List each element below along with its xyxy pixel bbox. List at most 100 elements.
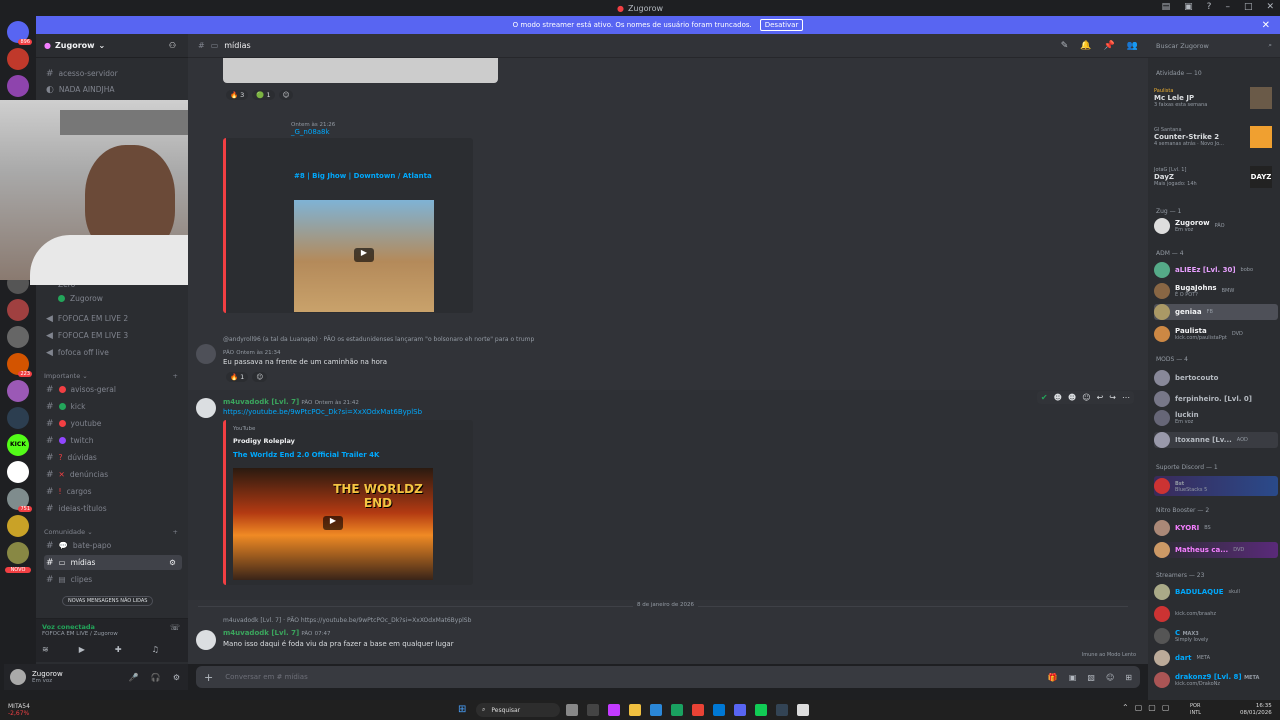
add-member-icon[interactable]: ⚇ (169, 41, 176, 50)
channel-item[interactable]: ◐ NADA AINDJHA (44, 82, 182, 97)
author-name[interactable]: m4uvadodk [Lvl. 7] (223, 629, 299, 637)
folder-icon[interactable] (629, 704, 641, 716)
channel-item[interactable]: # youtube (44, 416, 182, 431)
embed-title[interactable]: The Worldz End 2.0 Official Trailer 4K (233, 451, 379, 459)
member-item[interactable]: Zugorow Em voz PÃO (1154, 218, 1278, 234)
discord-icon[interactable] (734, 704, 746, 716)
channel-item-active[interactable]: # ▭ mídias ⚙ (44, 555, 182, 570)
add-channel-icon[interactable]: + (173, 528, 178, 536)
server-icon[interactable] (7, 326, 29, 348)
check-icon[interactable]: ✔ (1041, 393, 1048, 402)
member-item[interactable]: Matheus ca... DVD (1154, 542, 1278, 558)
soundboard-icon[interactable]: ♫ (152, 645, 159, 654)
member-item[interactable]: luckin Em voz (1154, 410, 1278, 426)
chrome-icon[interactable] (692, 704, 704, 716)
app-icon[interactable] (755, 704, 767, 716)
stock-widget[interactable]: MITA54 -2,67% (8, 703, 30, 717)
server-icon[interactable] (7, 542, 29, 564)
minimize-button[interactable]: – (1225, 2, 1230, 12)
monitor-icon[interactable]: ▣ (1184, 2, 1193, 12)
voice-channel[interactable]: ◀ fofoca off live (44, 345, 182, 360)
member-item[interactable]: ferpinheiro. [Lvl. 0] (1154, 391, 1278, 407)
member-item[interactable]: KYORI BS (1154, 520, 1278, 536)
channel-item[interactable]: # acesso-servidor (44, 66, 182, 81)
member-item[interactable]: BADULAQUE skull (1154, 584, 1278, 600)
microphone-icon[interactable]: 🎤 (129, 673, 139, 682)
more-icon[interactable]: ⋯ (1122, 393, 1130, 402)
pin-icon[interactable]: 📌 (1104, 41, 1115, 51)
app-icon[interactable] (776, 704, 788, 716)
image-attachment[interactable] (223, 58, 498, 83)
member-item[interactable]: BugaJohns É O POT? BMW (1154, 283, 1278, 299)
avatar[interactable] (196, 398, 216, 418)
server-icon[interactable] (7, 380, 29, 402)
taskbar-search[interactable]: ⌕ Pesquisar (476, 703, 560, 717)
link-partial[interactable]: _G_n08a8k (291, 128, 330, 136)
reply-preview[interactable]: m4uvadodk [Lvl. 7] · PÃO https://youtube… (223, 617, 471, 624)
voice-user[interactable]: Zugorow (44, 291, 182, 306)
voice-channel-name[interactable]: FOFOCA EM LIVE / Zugorow (42, 631, 118, 637)
headphones-icon[interactable]: 🎧 (151, 673, 161, 682)
app-icon[interactable] (713, 704, 725, 716)
search-box[interactable]: Buscar Zugorow ⌕ (1148, 34, 1280, 58)
camera-icon[interactable]: ▶ (79, 645, 85, 654)
channel-item[interactable]: # avisos-geral (44, 382, 182, 397)
clock[interactable]: 16:35 08/01/2026 (1240, 703, 1272, 717)
server-icon[interactable] (7, 299, 29, 321)
video-thumbnail[interactable]: THE WORLDZ END ▶ (233, 468, 433, 580)
channel-item[interactable]: # ▤ clipes (44, 572, 182, 587)
message-input[interactable]: Conversar em # mídias (225, 673, 308, 681)
avatar[interactable] (196, 344, 216, 364)
gear-icon[interactable]: ⚙ (173, 673, 180, 682)
channel-item[interactable]: # ✕ denúncias (44, 467, 182, 482)
gif-icon[interactable]: ▣ (1069, 673, 1077, 682)
channel-item[interactable]: #? dúvidas (44, 450, 182, 465)
member-item[interactable]: aLIEEz [Lvl. 30] bobo (1154, 262, 1278, 278)
message-input-bar[interactable]: + Conversar em # mídias 🎁 ▣ ▧ ☺ ⊞ (196, 666, 1140, 688)
activity-item[interactable]: JotaG [Lvl. 1] DayZ Mais jogado: 14h DAYZ (1154, 166, 1278, 188)
server-header[interactable]: ● Zugorow ⌄ ⚇ (36, 34, 188, 58)
category-importante[interactable]: Importante ⌄ + (44, 372, 182, 380)
avatar[interactable] (10, 669, 26, 685)
app-tray-icon[interactable]: ▢ (1135, 703, 1143, 712)
reaction-icon[interactable]: ☻ (1068, 393, 1076, 402)
app-icon[interactable] (650, 704, 662, 716)
disconnect-icon[interactable]: ☏ (170, 623, 180, 632)
plus-icon[interactable]: + (204, 671, 213, 684)
member-item[interactable]: geniaa FB (1154, 304, 1278, 320)
disable-streamer-button[interactable]: Desativar (759, 19, 804, 31)
app-tray-icon[interactable]: ▢ (1162, 703, 1170, 712)
author-name[interactable]: m4uvadodk [Lvl. 7] (223, 398, 299, 406)
windows-start-icon[interactable]: ⊞ (458, 704, 466, 715)
channel-item[interactable]: # ideias-títulos (44, 501, 182, 516)
embed-author[interactable]: Prodigy Roleplay (233, 437, 295, 445)
reply-icon[interactable]: ↩ (1097, 393, 1104, 402)
add-reaction-icon[interactable]: ☺ (278, 90, 294, 100)
reaction[interactable]: 🟢 1 (252, 90, 275, 100)
help-icon[interactable]: ? (1207, 2, 1212, 12)
add-reaction-icon[interactable]: ☺ (1082, 393, 1090, 402)
channel-item[interactable]: # twitch (44, 433, 182, 448)
edge-icon[interactable] (671, 704, 683, 716)
member-item[interactable]: Bst BlueStacks 5 (1154, 476, 1278, 496)
server-icon[interactable] (7, 407, 29, 429)
maximize-button[interactable]: □ (1244, 2, 1253, 12)
category-comunidade[interactable]: Comunidade ⌄ + (44, 528, 182, 536)
close-banner-icon[interactable]: ✕ (1262, 20, 1270, 31)
member-item[interactable]: Paulista kick.com/paulistaPpt DVD (1154, 326, 1278, 342)
app-tray-icon[interactable]: ▢ (1148, 703, 1156, 712)
app-icon[interactable] (608, 704, 620, 716)
avatar[interactable] (196, 630, 216, 650)
close-window-button[interactable]: ✕ (1266, 2, 1274, 12)
language-indicator[interactable]: POR INTL (1190, 703, 1201, 717)
chevron-up-icon[interactable]: ⌃ (1122, 703, 1129, 712)
server-icon[interactable] (7, 48, 29, 70)
threads-icon[interactable]: ✎ (1061, 41, 1069, 51)
settings-icon[interactable]: ⚙ (169, 558, 176, 567)
member-item[interactable]: drakonz9 [Lvl. 8] META kick.com/DrakoNz (1154, 672, 1278, 688)
inbox-icon[interactable]: ▤ (1162, 2, 1171, 12)
server-icon[interactable]: 751 (7, 488, 32, 512)
members-icon[interactable]: 👥 (1127, 41, 1138, 51)
member-item[interactable]: C MAX3 Simply lovely (1154, 628, 1278, 644)
search-input[interactable]: Buscar Zugorow (1156, 42, 1209, 50)
